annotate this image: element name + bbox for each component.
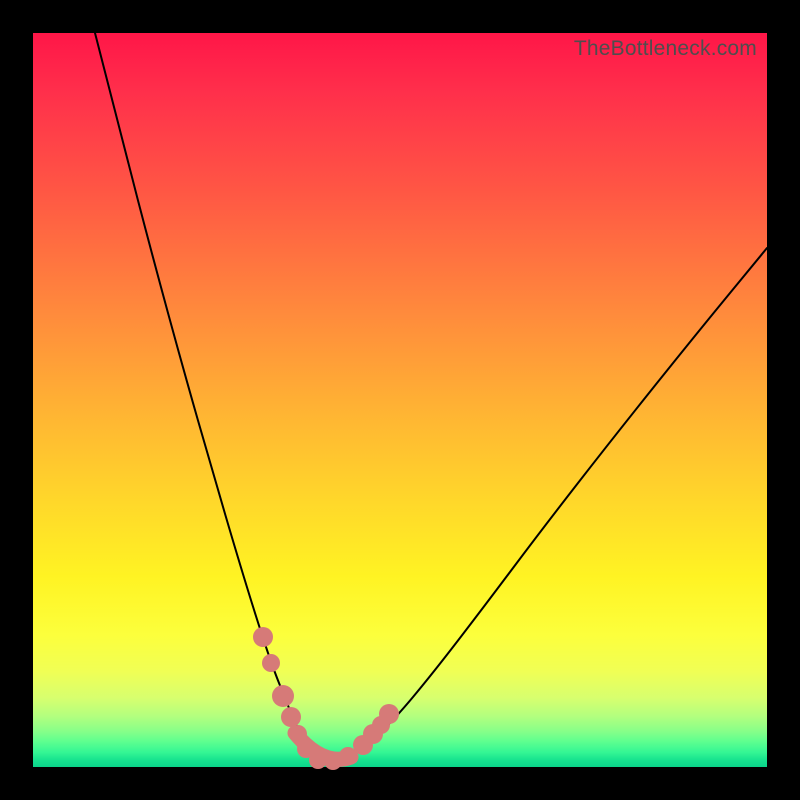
curve-layer <box>33 33 767 767</box>
bottleneck-curve <box>95 33 767 761</box>
chart-frame: TheBottleneck.com <box>0 0 800 800</box>
curve-marker <box>253 627 273 647</box>
curve-markers <box>253 627 399 770</box>
curve-marker <box>379 704 399 724</box>
curve-marker <box>262 654 280 672</box>
curve-marker <box>281 707 301 727</box>
curve-marker <box>272 685 294 707</box>
plot-area: TheBottleneck.com <box>33 33 767 767</box>
